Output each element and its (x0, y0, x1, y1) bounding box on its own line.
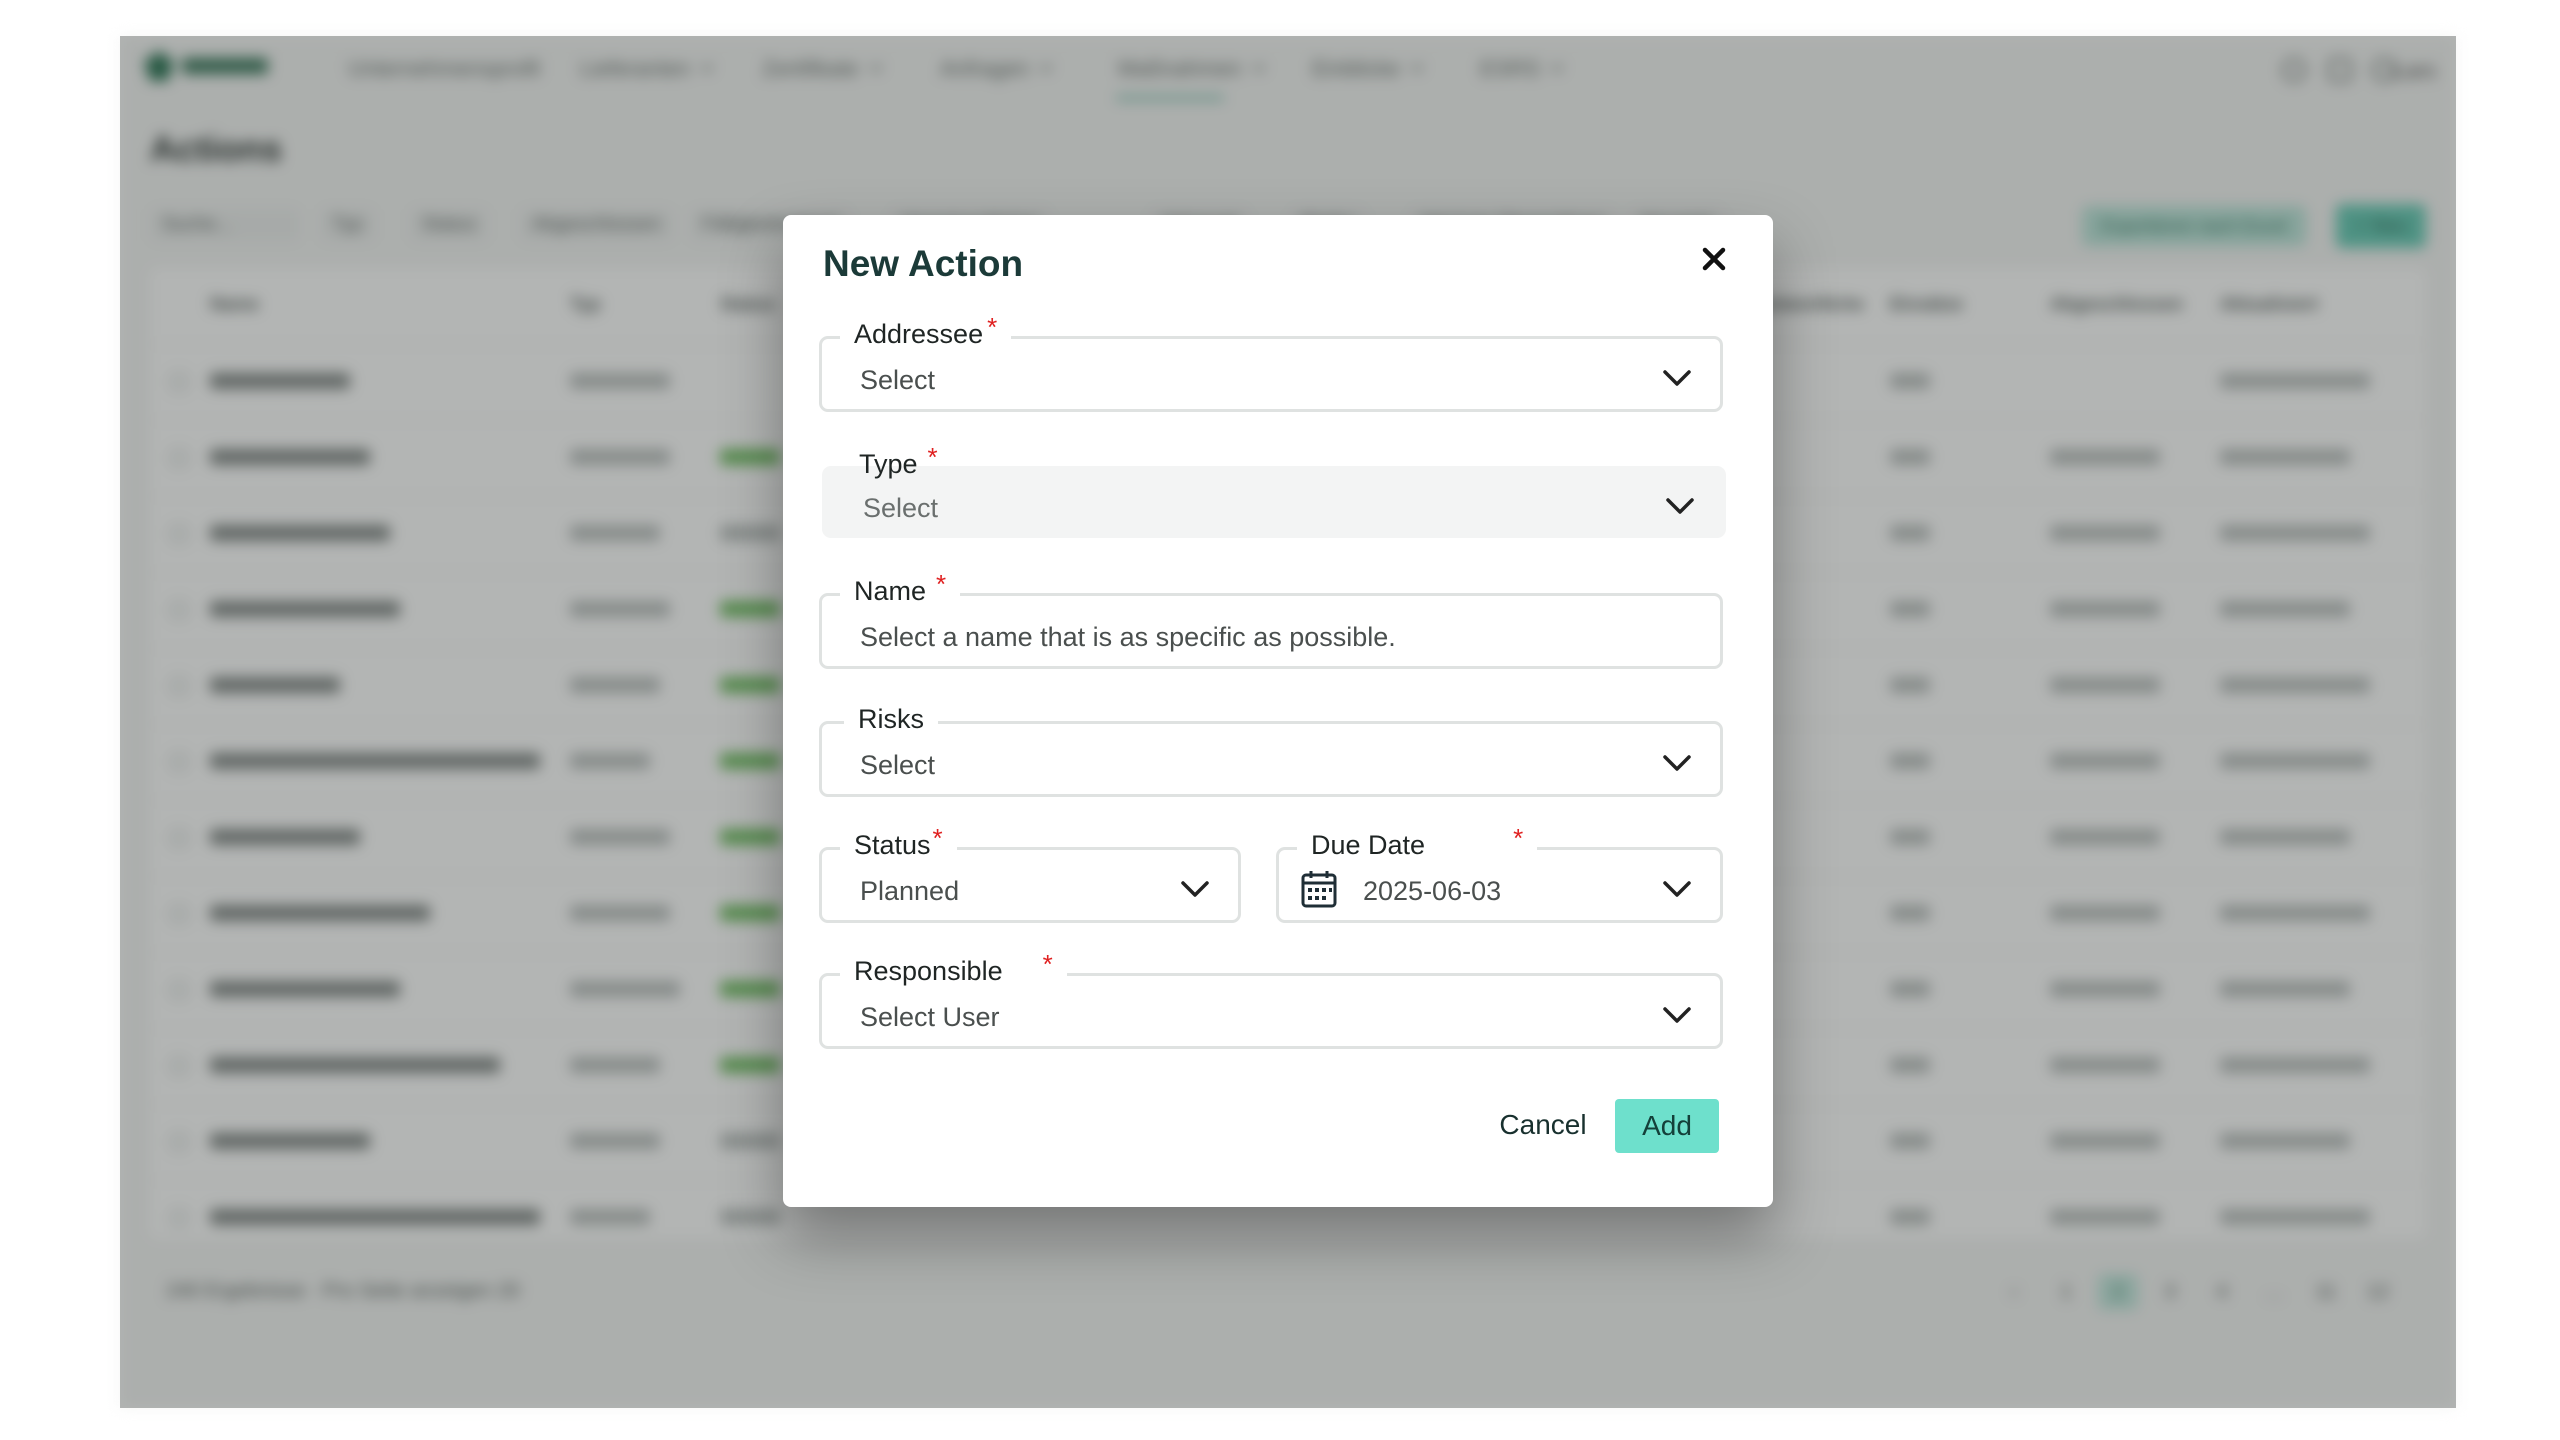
chevron-down-icon (1663, 755, 1691, 771)
status-select[interactable]: Status * Planned (819, 825, 1241, 923)
status-label: Status * (840, 823, 957, 862)
status-value: Planned (860, 876, 960, 906)
type-label: Type * (859, 442, 938, 479)
addressee-select[interactable]: Addressee * Select (819, 314, 1723, 412)
addressee-label: Addressee * (840, 312, 1012, 351)
calendar-icon (1301, 871, 1337, 908)
name-label: Name * (840, 569, 961, 608)
cancel-button[interactable]: Cancel (1463, 1097, 1623, 1153)
chevron-down-icon (1666, 498, 1694, 514)
risks-select[interactable]: Risks Select (819, 702, 1723, 797)
add-button[interactable]: Add (1615, 1099, 1719, 1153)
required-marker: * (987, 312, 998, 342)
chevron-down-icon (1663, 370, 1691, 386)
responsible-value: Select User (860, 1002, 1000, 1032)
name-placeholder: Select a name that is as specific as pos… (860, 622, 1396, 652)
risks-label: Risks (844, 702, 938, 736)
modal-title: New Action (823, 243, 1024, 284)
required-marker: * (927, 442, 938, 472)
chevron-down-icon (1663, 881, 1691, 897)
chevron-down-icon (1663, 1007, 1691, 1023)
responsible-select[interactable]: Responsible * Select User (819, 951, 1723, 1049)
type-select[interactable]: Type * Select (822, 444, 1726, 538)
required-marker: * (1042, 949, 1053, 979)
close-icon (1702, 247, 1726, 271)
chevron-down-icon (1181, 881, 1209, 897)
name-input[interactable]: Name * Select a name that is as specific… (819, 571, 1723, 669)
type-value: Select (863, 493, 939, 523)
required-marker: * (932, 823, 943, 853)
due-date-picker[interactable]: Due Date * 2025-06-03 (1276, 825, 1723, 923)
responsible-label: Responsible * (840, 949, 1067, 988)
addressee-value: Select (860, 365, 936, 395)
risks-value: Select (860, 750, 936, 780)
due-date-value: 2025-06-03 (1363, 876, 1502, 906)
due-date-label: Due Date * (1297, 823, 1538, 862)
required-marker: * (1513, 823, 1524, 853)
new-action-modal: New Action Addressee * Select Type * Sel… (783, 215, 1773, 1207)
required-marker: * (936, 569, 947, 599)
close-button[interactable] (1688, 233, 1740, 285)
